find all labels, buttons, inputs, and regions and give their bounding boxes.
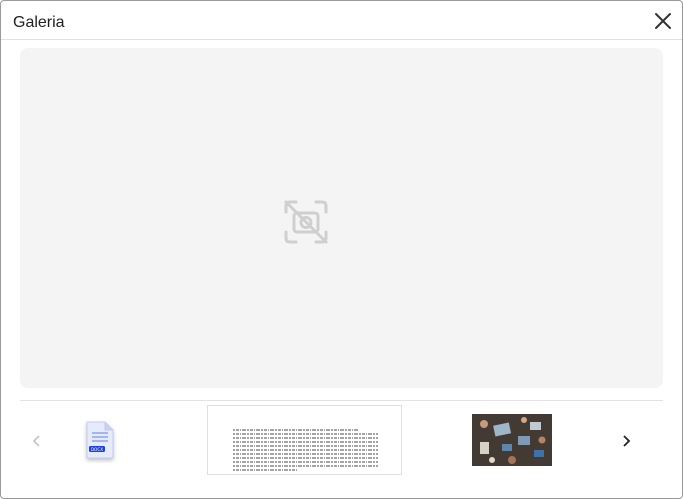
- carousel-next-button[interactable]: [616, 431, 636, 451]
- docx-badge-text: DOCX: [91, 447, 103, 452]
- photo-thumbnail: [472, 414, 552, 466]
- gallery-dialog: Galeria DOCX: [0, 0, 683, 499]
- image-preview-area: [20, 48, 663, 388]
- text-document-thumbnail: [233, 429, 378, 471]
- thumbnail-photo[interactable]: [472, 414, 552, 466]
- close-button[interactable]: [653, 11, 673, 31]
- chevron-right-icon: [623, 435, 631, 447]
- carousel-prev-button[interactable]: [27, 431, 47, 451]
- carousel-divider: [20, 400, 663, 401]
- dialog-header: Galeria: [1, 1, 682, 40]
- dialog-title: Galeria: [13, 14, 65, 31]
- thumbnail-docx[interactable]: DOCX: [81, 419, 117, 463]
- image-unavailable-icon: [284, 200, 328, 244]
- docx-file-icon: DOCX: [86, 421, 114, 459]
- thumbnail-text-document[interactable]: [207, 405, 402, 475]
- close-icon: [655, 13, 671, 29]
- chevron-left-icon: [32, 435, 40, 447]
